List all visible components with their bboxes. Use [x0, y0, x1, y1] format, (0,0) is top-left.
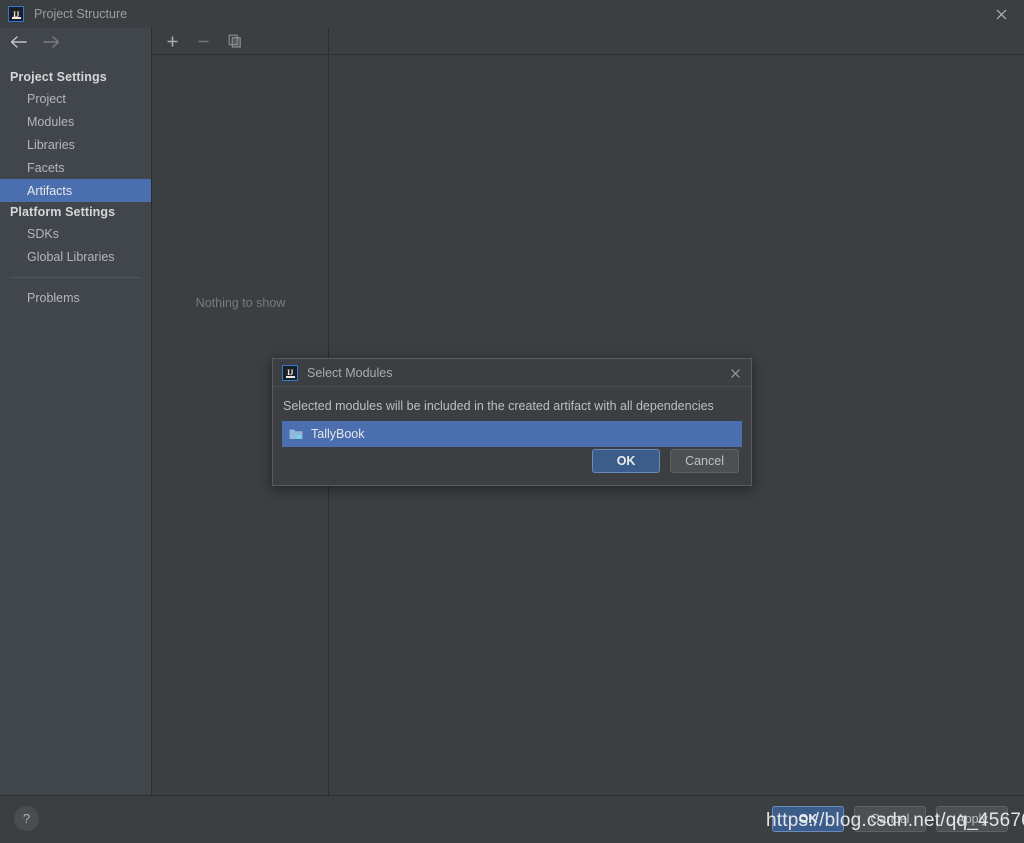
sidebar-item-label: SDKs: [27, 226, 59, 241]
dialog-titlebar: IJ Select Modules: [273, 359, 751, 387]
module-list: TallyBook: [282, 421, 742, 447]
dialog-cancel-label: Cancel: [685, 454, 724, 468]
select-modules-dialog: IJ Select Modules Selected modules will …: [272, 358, 752, 486]
settings-sidebar: Project Settings Project Modules Librari…: [0, 28, 152, 795]
sidebar-item-problems[interactable]: Problems: [0, 286, 151, 309]
bottom-action-buttons: OK Cancel Apply: [772, 806, 1008, 832]
dialog-cancel-button[interactable]: Cancel: [670, 449, 739, 473]
intellij-logo-icon: IJ: [282, 364, 298, 381]
ok-button-label: OK: [798, 812, 818, 826]
project-structure-window: IJ Project Structure Project Settings Pr…: [0, 0, 1024, 843]
sidebar-item-global-libraries[interactable]: Global Libraries: [0, 245, 151, 268]
sidebar-divider: [10, 277, 141, 278]
sidebar-item-sdks[interactable]: SDKs: [0, 222, 151, 245]
sidebar-group-project-settings: Project Settings: [10, 70, 107, 84]
ok-button[interactable]: OK: [772, 806, 844, 832]
sidebar-item-facets[interactable]: Facets: [0, 156, 151, 179]
sidebar-group-platform-settings: Platform Settings: [10, 205, 116, 219]
dialog-description: Selected modules will be included in the…: [283, 399, 714, 413]
back-arrow-icon[interactable]: [8, 32, 28, 52]
intellij-logo-text: IJ: [12, 9, 20, 19]
dialog-ok-label: OK: [616, 454, 636, 468]
window-titlebar: IJ Project Structure: [0, 0, 1024, 28]
intellij-logo-text: IJ: [286, 368, 294, 377]
cancel-button[interactable]: Cancel: [854, 806, 926, 832]
apply-button[interactable]: Apply: [936, 806, 1008, 832]
help-button[interactable]: ?: [14, 806, 39, 831]
forward-arrow-icon[interactable]: [42, 32, 62, 52]
empty-state-text: Nothing to show: [195, 296, 286, 310]
artifacts-toolbar: [153, 28, 328, 55]
sidebar-navigation: [0, 28, 151, 55]
module-folder-icon: [289, 428, 303, 441]
module-name: TallyBook: [311, 427, 365, 441]
sidebar-item-label: Modules: [27, 114, 75, 129]
add-artifact-icon[interactable]: [163, 32, 182, 51]
remove-artifact-icon[interactable]: [194, 32, 213, 51]
window-title: Project Structure: [34, 7, 128, 21]
sidebar-list: Project Settings Project Modules Librari…: [0, 55, 151, 309]
window-close-button[interactable]: [978, 0, 1024, 28]
sidebar-item-artifacts[interactable]: Artifacts: [0, 179, 151, 202]
sidebar-item-label: Libraries: [27, 137, 75, 152]
sidebar-item-label: Facets: [27, 160, 65, 175]
dialog-close-button[interactable]: [727, 365, 743, 381]
dialog-bottom-bar: ? OK Cancel Apply: [0, 795, 1024, 843]
artifact-details-toolbar: [330, 28, 1024, 55]
sidebar-item-label: Problems: [27, 290, 80, 305]
copy-artifact-icon[interactable]: [225, 32, 244, 51]
apply-button-label: Apply: [956, 812, 988, 826]
intellij-logo-icon: IJ: [8, 6, 24, 22]
sidebar-item-libraries[interactable]: Libraries: [0, 133, 151, 156]
sidebar-item-modules[interactable]: Modules: [0, 110, 151, 133]
cancel-button-label: Cancel: [870, 812, 910, 826]
sidebar-item-project[interactable]: Project: [0, 87, 151, 110]
sidebar-item-label: Project: [27, 91, 66, 106]
list-item[interactable]: TallyBook: [283, 422, 741, 446]
dialog-action-buttons: OK Cancel: [592, 449, 739, 473]
sidebar-item-label: Artifacts: [27, 183, 73, 198]
sidebar-item-label: Global Libraries: [27, 249, 115, 264]
help-icon: ?: [22, 811, 31, 826]
dialog-ok-button[interactable]: OK: [592, 449, 661, 473]
dialog-title: Select Modules: [307, 365, 393, 380]
